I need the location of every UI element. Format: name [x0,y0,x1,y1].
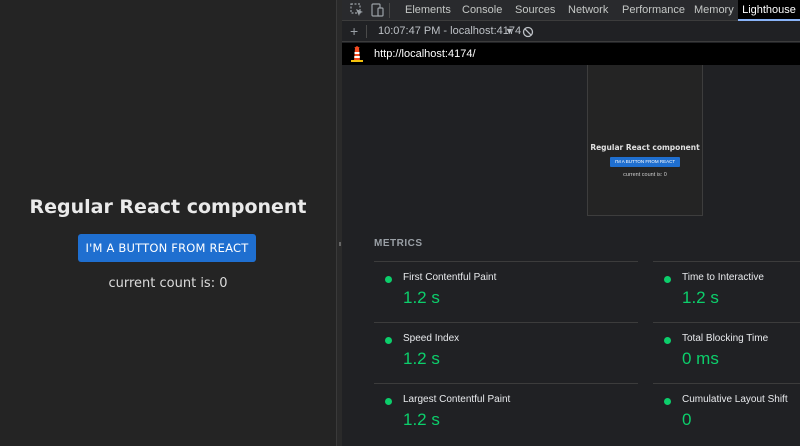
tab-performance[interactable]: Performance [622,0,685,21]
pass-indicator-icon [385,276,392,283]
metric-value: 0 [682,410,692,429]
pass-indicator-icon [385,337,392,344]
report-toolbar: + 10:07:47 PM - localhost:4174 ▼ [342,21,800,42]
device-toolbar-icon[interactable] [370,3,384,17]
lighthouse-report: Regular React component I'M A BUTTON FRO… [342,65,800,446]
pass-indicator-icon [664,276,671,283]
metric-value: 1.2 s [403,410,440,429]
thumbnail-count-text: current count is: 0 [623,172,667,178]
thumbnail-heading: Regular React component [590,143,700,152]
clear-icon[interactable] [522,25,534,38]
tab-sources[interactable]: Sources [515,0,555,21]
pass-indicator-icon [664,398,671,405]
chevron-down-icon[interactable]: ▼ [505,21,514,42]
report-url-bar: http://localhost:4174/ [342,43,800,65]
tab-network[interactable]: Network [568,0,608,21]
report-url[interactable]: http://localhost:4174/ [374,43,476,65]
metric-cumulative-layout-shift: Cumulative Layout Shift 0 [653,383,800,444]
metrics-heading: METRICS [374,238,423,249]
metric-label: Total Blocking Time [682,333,769,344]
tab-memory[interactable]: Memory [694,0,734,21]
toolbar-separator [366,25,367,38]
tab-elements[interactable]: Elements [405,0,451,21]
metric-value: 1.2 s [682,288,719,307]
metric-label: Time to Interactive [682,272,764,283]
metric-value: 1.2 s [403,288,440,307]
lighthouse-icon [350,46,364,62]
thumbnail-button: I'M A BUTTON FROM REACT [610,157,680,167]
plus-icon[interactable]: + [350,21,358,42]
tab-lighthouse[interactable]: Lighthouse [738,0,800,21]
count-text: current count is: 0 [108,276,228,291]
metric-largest-contentful-paint: Largest Contentful Paint 1.2 s [374,383,638,444]
inspect-element-icon[interactable] [350,3,364,17]
metric-label: Speed Index [403,333,460,344]
metric-label: Largest Contentful Paint [403,394,511,405]
metric-label: First Contentful Paint [403,272,497,283]
toolbar-separator [389,3,390,18]
metric-label: Cumulative Layout Shift [682,394,788,405]
metric-value: 1.2 s [403,349,440,368]
metric-value: 0 ms [682,349,719,368]
pass-indicator-icon [385,398,392,405]
app-preview-pane: Regular React component I'M A BUTTON FRO… [0,0,336,446]
tab-console[interactable]: Console [462,0,502,21]
devtools-tab-bar: Elements Console Sources Network Perform… [342,0,800,21]
metric-time-to-interactive: Time to Interactive 1.2 s [653,261,800,322]
metric-speed-index: Speed Index 1.2 s [374,322,638,383]
metric-total-blocking-time: Total Blocking Time 0 ms [653,322,800,383]
splitter-grip[interactable] [339,242,341,246]
metric-first-contentful-paint: First Contentful Paint 1.2 s [374,261,638,322]
devtools-panel: Elements Console Sources Network Perform… [342,0,800,446]
page-screenshot-thumbnail[interactable]: Regular React component I'M A BUTTON FRO… [587,65,703,216]
report-select[interactable]: 10:07:47 PM - localhost:4174 [378,21,521,42]
pass-indicator-icon [664,337,671,344]
react-counter-button[interactable]: I'M A BUTTON FROM REACT [78,234,256,262]
app-heading: Regular React component [29,196,307,218]
